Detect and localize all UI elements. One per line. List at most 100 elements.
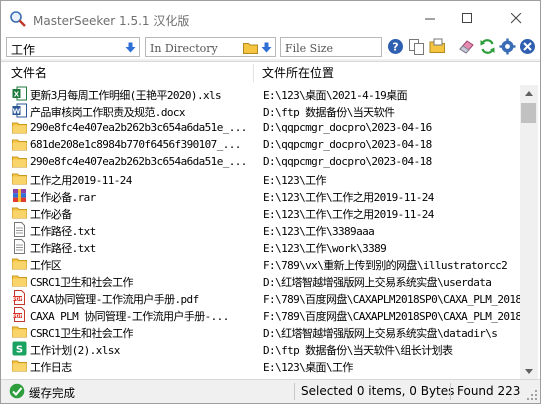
vertical-scrollbar[interactable] bbox=[520, 85, 538, 380]
folder-icon bbox=[12, 358, 27, 373]
folder-icon bbox=[12, 205, 27, 220]
file-name: 工作必备 bbox=[30, 208, 72, 221]
results-list[interactable]: 文件名 文件所在位置 X 更新3月每周工作明细(王艳平2020).xls E:\12… bbox=[1, 61, 540, 380]
folder-icon bbox=[12, 120, 27, 135]
file-name: CAXA PLM 协同管理-工作流用户手册-... bbox=[30, 310, 229, 323]
file-location: D:\ftp 数据备份\当天软件\组长计划表 bbox=[263, 344, 453, 357]
file-location: E:\123\工作\work\3389 bbox=[263, 242, 387, 255]
eraser-icon[interactable] bbox=[458, 38, 475, 55]
selection-status: Selected 0 items, 0 Bytes bbox=[301, 384, 455, 398]
search-value: 工作 bbox=[11, 43, 36, 57]
table-row[interactable]: 工作路径.txt E:\123\工作\3389aaa bbox=[1, 221, 520, 238]
file-location: D:\qqpcmgr_docpro\2023-04-18 bbox=[263, 155, 432, 168]
table-row[interactable]: CSRC1卫生和社会工作 D:\红塔智越增强版网上交易系统实盘\userdata bbox=[1, 272, 520, 289]
file-location: E:\123\工作\工作之用2019-11-24 bbox=[263, 208, 434, 221]
window-title: MasterSeeker 1.5.1 汉化版 bbox=[33, 14, 190, 28]
file-location: D:\ftp 数据备份\当天软件 bbox=[263, 106, 395, 119]
folder-icon bbox=[12, 273, 27, 288]
file-size-placeholder: File Size bbox=[285, 42, 334, 55]
text-file-icon bbox=[12, 222, 27, 237]
title-bar[interactable]: MasterSeeker 1.5.1 汉化版 bbox=[1, 1, 540, 35]
rar-icon bbox=[12, 188, 27, 203]
table-row[interactable]: PDF CAXA协同管理-工作流用户手册.pdf F:\789\百度网盘\CAXAP… bbox=[1, 289, 520, 306]
table-row[interactable]: CSRC1卫生和社会工作 D:\红塔智越增强版网上交易系统实盘\datadir\s bbox=[1, 323, 520, 340]
file-name: 工作计划(2).xlsx bbox=[30, 344, 120, 357]
table-row[interactable]: 工作路径.txt E:\123\工作\work\3389 bbox=[1, 238, 520, 255]
directory-dropdown-arrow-icon[interactable] bbox=[261, 42, 272, 53]
file-size-input[interactable]: File Size bbox=[280, 37, 382, 57]
status-divider bbox=[450, 383, 451, 400]
folder-icon bbox=[12, 324, 27, 339]
search-dropdown-arrow-icon[interactable] bbox=[125, 42, 136, 53]
svg-text:PDF: PDF bbox=[12, 296, 22, 302]
table-row[interactable]: 工作必备 E:\123\工作\工作之用2019-11-24 bbox=[1, 204, 520, 221]
file-name: 产品审核岗工作职责及规范.docx bbox=[30, 106, 186, 119]
table-row[interactable]: PDF CAXA PLM 协同管理-工作流用户手册-... F:\789\百度网盘\… bbox=[1, 306, 520, 323]
main-window: MasterSeeker 1.5.1 汉化版 工作 In Directory F… bbox=[0, 0, 541, 404]
table-row[interactable]: 290e8fc4e407ea2b262b3c654a6da51e_... D:\q… bbox=[1, 119, 520, 136]
minimize-icon bbox=[425, 18, 435, 20]
file-name: 工作路径.txt bbox=[30, 242, 96, 255]
column-header-filename[interactable]: 文件名 bbox=[3, 62, 253, 84]
table-row[interactable]: S 工作计划(2).xlsx D:\ftp 数据备份\当天软件\组长计划表 bbox=[1, 340, 520, 357]
table-row[interactable]: 工作之用2019-11-24 E:\123\工作 bbox=[1, 170, 520, 187]
file-location: E:\123\桌面\工作 bbox=[263, 361, 353, 374]
scroll-up-arrow-icon[interactable] bbox=[520, 85, 538, 102]
pdf-icon: PDF bbox=[12, 290, 27, 305]
table-row[interactable]: 工作日志 E:\123\桌面\工作 bbox=[1, 357, 520, 374]
resize-grip-icon[interactable] bbox=[526, 389, 538, 401]
table-row[interactable]: X 更新3月每周工作明细(王艳平2020).xls E:\123\桌面\2021-4… bbox=[1, 85, 520, 102]
directory-input[interactable]: In Directory bbox=[145, 37, 276, 57]
table-row[interactable]: 681de208e1c8984b770f6456f390107_... D:\qq… bbox=[1, 136, 520, 153]
svg-text:X: X bbox=[14, 91, 20, 99]
table-row[interactable]: 工作区 F:\789\vx\重新上传到别的网盘\illustratorcc2 bbox=[1, 255, 520, 272]
table-row[interactable]: W 产品审核岗工作职责及规范.docx D:\ftp 数据备份\当天软件 bbox=[1, 102, 520, 119]
folder-icon bbox=[12, 256, 27, 271]
table-row[interactable]: 290e8fc4e407ea2b262b3c654a6da51e_... D:\q… bbox=[1, 153, 520, 170]
file-location: F:\789\vx\重新上传到别的网盘\illustratorcc2 bbox=[263, 259, 508, 272]
file-name: 工作必备.rar bbox=[30, 191, 96, 204]
file-location: E:\123\工作\工作之用2019-11-24 bbox=[263, 191, 434, 204]
folder-check-icon[interactable] bbox=[429, 38, 446, 55]
file-location: F:\789\百度网盘\CAXAPLM2018SP0\CAXA_PLM_2018 bbox=[263, 293, 520, 306]
file-location: D:\红塔智越增强版网上交易系统实盘\userdata bbox=[263, 276, 492, 289]
scrollbar-thumb[interactable] bbox=[521, 103, 536, 123]
file-name: 工作区 bbox=[30, 259, 62, 272]
browse-folder-icon[interactable] bbox=[243, 41, 258, 54]
file-location: D:\红塔智越增强版网上交易系统实盘\datadir\s bbox=[263, 327, 498, 340]
file-location: F:\789\百度网盘\CAXAPLM2018SP0\CAXA_PLM_2018 bbox=[263, 310, 520, 323]
file-location: E:\123\桌面\2021-4-19桌面 bbox=[263, 89, 408, 102]
status-divider bbox=[294, 383, 295, 400]
file-name: 工作路径.txt bbox=[30, 225, 96, 238]
folder-icon bbox=[12, 154, 27, 169]
search-input[interactable]: 工作 bbox=[6, 37, 140, 57]
spreadsheet-icon: S bbox=[12, 341, 27, 356]
masterseeker-app-icon bbox=[10, 11, 26, 27]
file-name: CSRC1卫生和社会工作 bbox=[30, 327, 134, 340]
file-name: 工作日志 bbox=[30, 361, 72, 374]
copy-icon[interactable] bbox=[408, 38, 425, 55]
maximize-icon bbox=[462, 13, 472, 23]
table-row[interactable]: 工作必备.rar E:\123\工作\工作之用2019-11-24 bbox=[1, 187, 520, 204]
help-icon[interactable]: ? bbox=[387, 38, 404, 55]
file-name: CAXA协同管理-工作流用户手册.pdf bbox=[30, 293, 199, 306]
file-location: E:\123\工作 bbox=[263, 174, 327, 187]
results-rows: X 更新3月每周工作明细(王艳平2020).xls E:\123\桌面\2021-4… bbox=[1, 85, 520, 380]
text-file-icon bbox=[12, 239, 27, 254]
refresh-icon[interactable] bbox=[479, 38, 496, 55]
close-button[interactable] bbox=[494, 1, 538, 35]
folder-icon bbox=[12, 137, 27, 152]
settings-icon[interactable] bbox=[499, 38, 516, 55]
file-name: 290e8fc4e407ea2b262b3c654a6da51e_... bbox=[30, 121, 247, 134]
word-icon: W bbox=[12, 103, 27, 118]
excel-icon: X bbox=[12, 86, 27, 101]
folder-icon bbox=[12, 171, 27, 186]
maximize-button[interactable] bbox=[445, 1, 489, 35]
scroll-down-arrow-icon[interactable] bbox=[520, 363, 538, 380]
close-icon bbox=[511, 13, 522, 24]
file-location: E:\123\工作\3389aaa bbox=[263, 225, 375, 238]
close-circle-icon[interactable] bbox=[519, 38, 536, 55]
file-name: 工作之用2019-11-24 bbox=[30, 174, 132, 187]
file-name: 290e8fc4e407ea2b262b3c654a6da51e_... bbox=[30, 155, 247, 168]
column-header-location[interactable]: 文件所在位置 bbox=[254, 62, 520, 84]
